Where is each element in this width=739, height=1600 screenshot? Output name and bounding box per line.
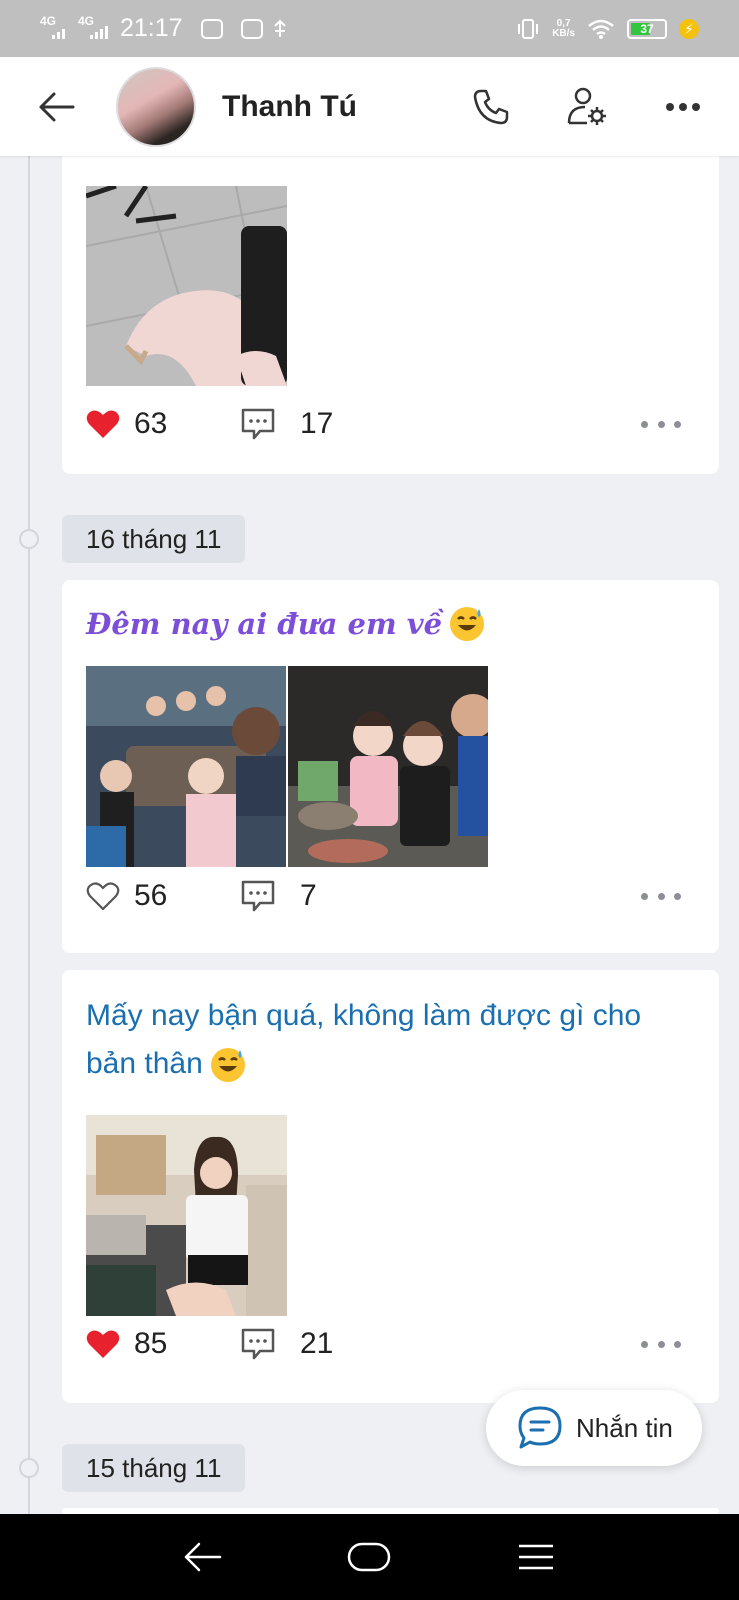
like-count: 85 xyxy=(134,1327,168,1360)
charging-icon: ⚡ xyxy=(679,18,699,39)
post-more-button[interactable] xyxy=(641,1334,681,1354)
post-card: Mấy nay bận quá, không làm được gì cho b… xyxy=(62,970,719,1403)
network-speed: 0,7 KB/s xyxy=(552,17,575,39)
network-speed-unit: KB/s xyxy=(552,27,575,39)
heart-filled-icon xyxy=(86,1330,120,1358)
more-horizontal-icon xyxy=(666,102,700,111)
comment-icon xyxy=(241,408,275,440)
comment-button[interactable] xyxy=(240,1324,280,1364)
timeline-dot xyxy=(19,1458,39,1478)
post-caption: Mấy nay bận quá, không làm được gì cho b… xyxy=(86,999,642,1080)
like-button[interactable] xyxy=(86,406,122,442)
post-more-button[interactable] xyxy=(641,886,681,906)
date-label: 16 tháng 11 xyxy=(62,515,246,563)
post-photo[interactable] xyxy=(86,666,286,867)
like-button[interactable] xyxy=(86,878,122,914)
app-notification-icon xyxy=(240,18,263,39)
comment-button[interactable] xyxy=(240,876,280,916)
reaction-row: 85 21 xyxy=(86,1324,695,1364)
phone-icon xyxy=(473,89,509,124)
heart-filled-icon xyxy=(86,410,120,438)
nav-menu-button[interactable] xyxy=(506,1532,566,1582)
timeline-dot xyxy=(19,529,39,549)
avatar[interactable] xyxy=(116,66,196,147)
signal-icon-2: 4G xyxy=(78,14,108,42)
sweat-smile-emoji-icon xyxy=(450,607,485,641)
nav-home-button[interactable] xyxy=(339,1532,399,1582)
network-speed-value: 0,7 xyxy=(556,17,571,29)
post-photo[interactable] xyxy=(288,666,488,867)
more-options-button[interactable] xyxy=(657,81,709,133)
reaction-row: 63 17 xyxy=(86,404,695,444)
reaction-row: 56 7 xyxy=(86,876,695,916)
like-count: 56 xyxy=(134,879,168,912)
nav-menu-icon xyxy=(518,1544,553,1570)
network-type-1: 4G xyxy=(40,13,57,28)
usb-icon xyxy=(273,19,286,37)
contact-name[interactable]: Thanh Tú xyxy=(222,90,357,124)
message-button[interactable]: Nhắn tin xyxy=(486,1390,702,1466)
comment-button[interactable] xyxy=(240,404,280,444)
message-button-label: Nhắn tin xyxy=(576,1412,673,1443)
clock: 21:17 xyxy=(120,14,183,42)
notification-icon xyxy=(200,18,223,39)
comment-icon xyxy=(241,880,275,912)
arrow-left-icon xyxy=(39,92,75,121)
back-button[interactable] xyxy=(26,77,86,137)
timeline-line xyxy=(28,156,30,1514)
heart-outline-icon xyxy=(86,882,120,911)
vibrate-icon xyxy=(518,18,539,39)
signal-icon: 4G xyxy=(40,13,70,42)
call-button[interactable] xyxy=(465,81,517,133)
comment-count: 21 xyxy=(300,1327,334,1360)
comment-icon xyxy=(241,1328,275,1360)
like-button[interactable] xyxy=(86,1326,122,1362)
date-label: 15 tháng 11 xyxy=(62,1444,246,1492)
post-text: Đêm nay ai đưa em về xyxy=(86,602,689,646)
battery-level: 37 xyxy=(640,21,654,36)
post-card: Đêm nay ai đưa em về 56 7 xyxy=(62,580,719,953)
post-caption: Đêm nay ai đưa em về xyxy=(86,607,443,641)
sweat-smile-emoji-icon xyxy=(210,1048,245,1083)
comment-count: 7 xyxy=(300,879,317,912)
wifi-icon xyxy=(588,19,614,39)
post-card: 63 17 xyxy=(62,146,719,474)
chat-bubble-icon xyxy=(518,1406,562,1449)
post-photo[interactable] xyxy=(86,186,287,386)
post-text: Mấy nay bận quá, không làm được gì cho b… xyxy=(86,992,689,1088)
status-bar: 4G 4G 21:17 0,7 KB/s 37 ⚡ xyxy=(0,0,739,57)
nav-home-icon xyxy=(348,1542,391,1572)
profile-settings-button[interactable] xyxy=(561,81,613,133)
post-more-button[interactable] xyxy=(641,414,681,434)
nav-back-icon xyxy=(184,1542,222,1572)
post-photo[interactable] xyxy=(86,1115,287,1316)
user-settings-icon xyxy=(567,87,606,125)
comment-count: 17 xyxy=(300,407,334,440)
battery-icon: 37 xyxy=(627,18,667,39)
nav-back-button[interactable] xyxy=(173,1532,233,1582)
system-nav-bar xyxy=(0,1514,739,1600)
like-count: 63 xyxy=(134,407,168,440)
profile-header: Thanh Tú xyxy=(0,57,739,156)
